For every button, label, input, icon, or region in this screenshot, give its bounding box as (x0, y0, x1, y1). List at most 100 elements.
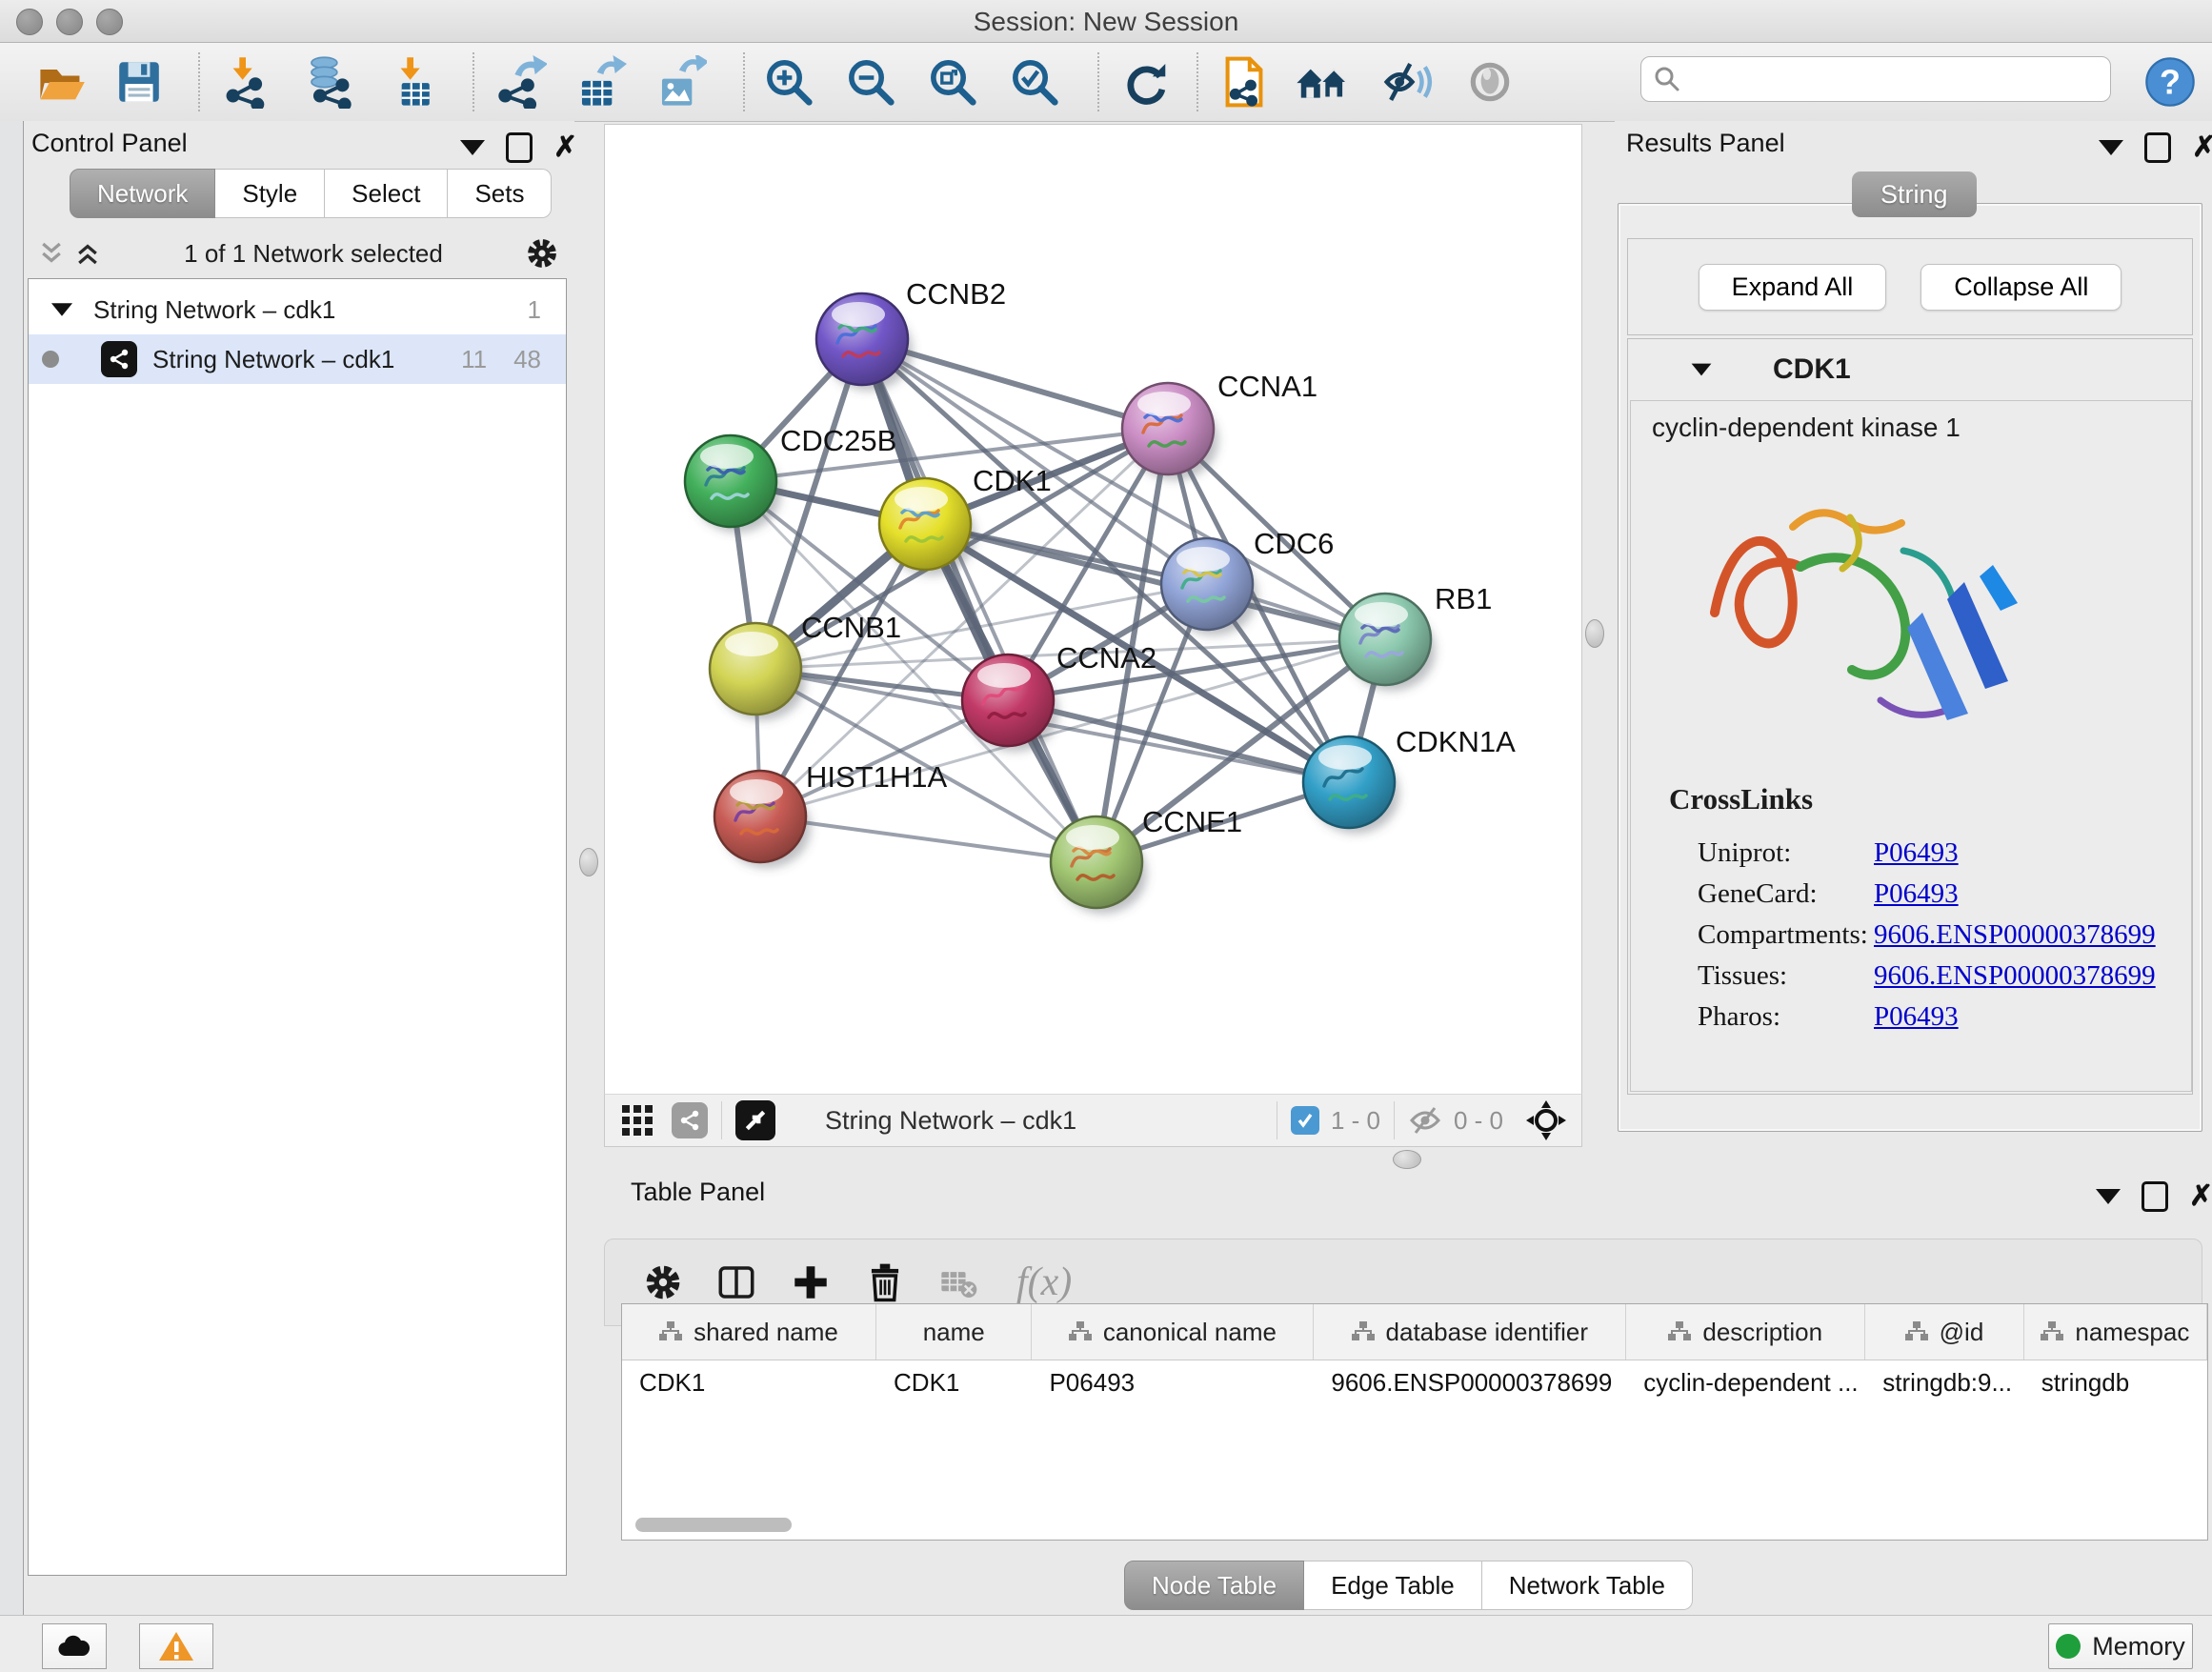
network-node-CDKN1A[interactable] (1303, 736, 1399, 834)
horizontal-scrollbar[interactable] (635, 1518, 792, 1532)
hide-graphics-details-button[interactable] (1379, 53, 1437, 111)
network-collection-row[interactable]: String Network – cdk1 1 (29, 285, 566, 334)
panel-float-icon[interactable] (506, 132, 533, 163)
table-cell[interactable]: stringdb (2024, 1360, 2207, 1405)
show-columns-icon[interactable] (715, 1261, 757, 1303)
column-header-@id[interactable]: @id (1865, 1304, 2023, 1360)
birdseye-view-icon[interactable] (735, 1100, 775, 1140)
tab-sets[interactable]: Sets (448, 169, 552, 218)
export-table-button[interactable] (572, 53, 629, 111)
hidden-eye-icon[interactable] (1408, 1106, 1442, 1135)
tree-expander-icon[interactable] (51, 303, 72, 316)
table-cell[interactable]: cyclin-dependent ... (1626, 1360, 1865, 1405)
open-session-button[interactable] (32, 53, 90, 111)
table-cell[interactable]: stringdb:9... (1865, 1360, 2023, 1405)
zoom-out-button[interactable] (842, 53, 899, 111)
panel-close-icon[interactable]: ✗ (2192, 135, 2212, 160)
results-panel: Results Panel ✗ String Expand All Collap… (1615, 121, 2212, 1169)
table-gear-icon[interactable] (643, 1262, 683, 1302)
selected-checkbox-icon[interactable] (1291, 1106, 1319, 1135)
network-canvas[interactable]: CCNB2CCNA1CDC25BCDK1CDC6RB1CCNB1CCNA2CDK… (604, 124, 1582, 1096)
network-node-CDC25B[interactable] (685, 435, 781, 533)
network-node-CCNA1[interactable] (1122, 383, 1218, 480)
delete-table-icon (938, 1262, 978, 1302)
search-input[interactable] (1640, 56, 2111, 102)
network-node-HIST1H1A[interactable] (714, 771, 811, 868)
tab-style[interactable]: Style (215, 169, 325, 218)
import-table-file-button[interactable] (385, 53, 442, 111)
tab-network[interactable]: Network (70, 169, 215, 218)
table-cell[interactable]: CDK1 (876, 1360, 1032, 1405)
protein-card-header[interactable]: CDK1 (1630, 341, 2190, 398)
memory-button[interactable]: Memory (2048, 1623, 2193, 1669)
rendering-orb-button[interactable] (1461, 53, 1518, 111)
expand-all-button[interactable]: Expand All (1699, 264, 1887, 311)
eye-slash-icon (1380, 55, 1436, 109)
network-share-icon[interactable] (672, 1102, 708, 1138)
fit-crosshair-icon[interactable] (1524, 1098, 1568, 1142)
import-network-database-button[interactable] (301, 53, 358, 111)
right-splitter-handle[interactable] (1585, 619, 1604, 648)
network-label: String Network – cdk1 (152, 345, 394, 374)
refresh-view-button[interactable] (1116, 53, 1174, 111)
tab-string[interactable]: String (1852, 171, 1977, 217)
home-networks-button[interactable] (1294, 53, 1351, 111)
crosslink-link[interactable]: P06493 (1874, 878, 1959, 910)
collapse-all-button[interactable]: Collapse All (1920, 264, 2122, 311)
column-header-shared-name[interactable]: shared name (622, 1304, 876, 1360)
table-row[interactable]: CDK1CDK1P064939606.ENSP00000378699cyclin… (622, 1360, 2207, 1405)
network-row-selected[interactable]: String Network – cdk1 11 48 (29, 334, 566, 384)
table-cell[interactable]: P06493 (1032, 1360, 1314, 1405)
network-from-document-button[interactable] (1216, 53, 1273, 111)
export-image-button[interactable] (652, 53, 709, 111)
zoom-selected-button[interactable] (1006, 53, 1063, 111)
panel-close-icon[interactable]: ✗ (553, 135, 577, 160)
tab-node-table[interactable]: Node Table (1124, 1561, 1304, 1610)
table-cell[interactable]: 9606.ENSP00000378699 (1314, 1360, 1626, 1405)
cloud-button[interactable] (42, 1623, 107, 1669)
node-table[interactable]: shared namenamecanonical namedatabase id… (621, 1303, 2208, 1541)
network-node-RB1[interactable] (1339, 594, 1436, 691)
save-session-button[interactable] (111, 53, 168, 111)
column-header-description[interactable]: description (1626, 1304, 1865, 1360)
panel-menu-icon[interactable] (2099, 140, 2123, 155)
zoom-in-button[interactable] (760, 53, 817, 111)
crosslink-link[interactable]: 9606.ENSP00000378699 (1874, 960, 2156, 992)
help-button[interactable]: ? (2142, 53, 2199, 111)
memory-label: Memory (2092, 1632, 2185, 1662)
column-header-canonical-name[interactable]: canonical name (1032, 1304, 1314, 1360)
tab-select[interactable]: Select (325, 169, 448, 218)
collapse-entry-icon[interactable] (1692, 364, 1712, 376)
tab-network-table[interactable]: Network Table (1482, 1561, 1693, 1610)
collapse-all-icon[interactable] (37, 239, 66, 268)
network-node-CDC6[interactable] (1161, 538, 1257, 635)
delete-column-icon[interactable] (864, 1261, 906, 1303)
panel-menu-icon[interactable] (2096, 1189, 2121, 1204)
add-column-icon[interactable] (790, 1261, 832, 1303)
panel-close-icon[interactable]: ✗ (2189, 1184, 2212, 1209)
column-header-database-identifier[interactable]: database identifier (1314, 1304, 1626, 1360)
warnings-button[interactable] (139, 1623, 213, 1669)
gear-icon[interactable] (525, 236, 559, 271)
column-header-name[interactable]: name (876, 1304, 1032, 1360)
panel-menu-icon[interactable] (460, 140, 485, 155)
tab-edge-table[interactable]: Edge Table (1304, 1561, 1482, 1610)
crosslink-row: GeneCard:P06493 (1698, 878, 2191, 910)
horizontal-splitter-handle[interactable] (1393, 1150, 1421, 1169)
import-network-file-button[interactable] (217, 53, 274, 111)
table-cell[interactable]: CDK1 (622, 1360, 876, 1405)
column-header-namespac[interactable]: namespac (2024, 1304, 2207, 1360)
export-network-button[interactable] (492, 53, 549, 111)
crosslink-link[interactable]: 9606.ENSP00000378699 (1874, 919, 2156, 951)
expand-all-icon[interactable] (73, 239, 102, 268)
crosslink-link[interactable]: P06493 (1874, 1001, 1959, 1033)
network-node-CDK1[interactable] (879, 478, 975, 575)
left-splitter-handle[interactable] (579, 848, 598, 876)
control-panel: Control Panel ✗ NetworkStyleSelectSets 1… (24, 121, 574, 1671)
grid-view-icon[interactable] (620, 1103, 654, 1138)
panel-float-icon[interactable] (2144, 132, 2171, 163)
crosslink-label: Pharos: (1698, 1001, 1874, 1033)
panel-float-icon[interactable] (2142, 1181, 2168, 1212)
zoom-fit-button[interactable] (924, 53, 981, 111)
crosslink-link[interactable]: P06493 (1874, 837, 1959, 869)
